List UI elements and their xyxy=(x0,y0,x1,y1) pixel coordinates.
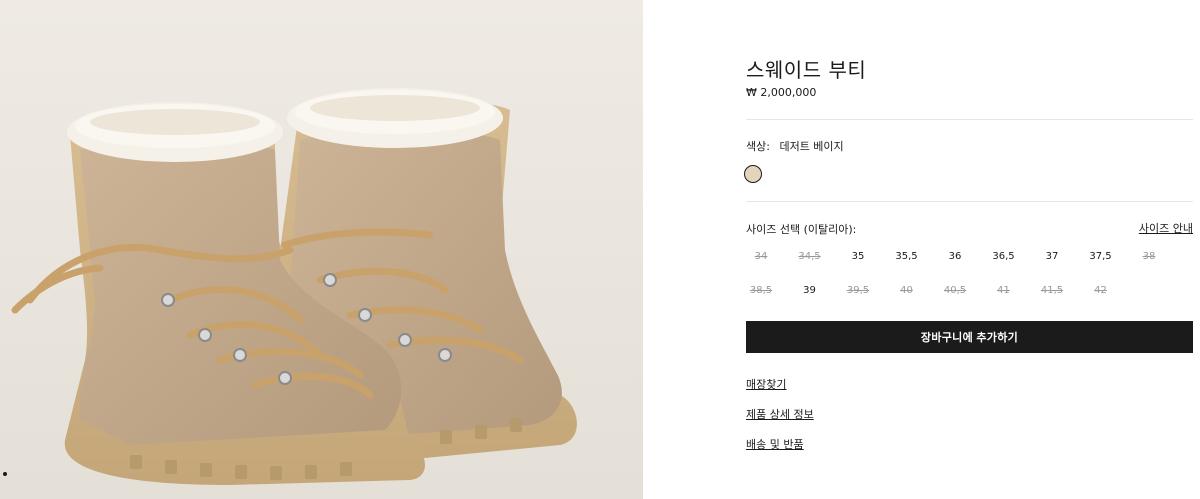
product-details-link[interactable]: 제품 상세 정보 xyxy=(746,406,814,422)
size-option[interactable]: 41 xyxy=(980,280,1028,302)
size-option[interactable]: 39,5 xyxy=(834,280,882,302)
product-title: 스웨이드 부티 xyxy=(746,58,867,82)
store-locator-link[interactable]: 매장찾기 xyxy=(746,376,786,392)
size-option[interactable]: 41,5 xyxy=(1028,280,1076,302)
size-label: 사이즈 선택 (이탈리아): xyxy=(746,223,857,236)
product-image[interactable] xyxy=(0,0,643,499)
size-option[interactable]: 40 xyxy=(883,280,931,302)
product-price: ₩ 2,000,000 xyxy=(746,86,817,99)
size-option[interactable]: 38 xyxy=(1125,246,1173,268)
divider xyxy=(746,201,1193,202)
size-option[interactable]: 35 xyxy=(834,246,882,268)
color-swatch[interactable] xyxy=(744,165,762,183)
divider xyxy=(746,119,1193,120)
size-guide-link[interactable]: 사이즈 안내 xyxy=(1139,220,1193,236)
size-option[interactable]: 37,5 xyxy=(1077,246,1125,268)
color-label: 색상: xyxy=(746,140,770,153)
size-option[interactable]: 42 xyxy=(1077,280,1125,302)
add-to-cart-button[interactable]: 장바구니에 추가하기 xyxy=(746,321,1193,353)
color-row: 색상: 데저트 베이지 xyxy=(746,138,844,154)
product-page: 스웨이드 부티 ₩ 2,000,000 색상: 데저트 베이지 사이즈 선택 (… xyxy=(0,0,1200,499)
size-option[interactable]: 34,5 xyxy=(786,246,834,268)
size-option[interactable]: 40,5 xyxy=(931,280,979,302)
boots-illustration xyxy=(0,0,643,499)
size-option[interactable]: 37 xyxy=(1028,246,1076,268)
shipping-returns-link[interactable]: 배송 및 반품 xyxy=(746,436,804,452)
carousel-dot[interactable] xyxy=(3,472,7,476)
size-option[interactable]: 38,5 xyxy=(737,280,785,302)
size-option[interactable]: 36,5 xyxy=(980,246,1028,268)
color-value: 데저트 베이지 xyxy=(779,140,844,153)
size-option[interactable]: 36 xyxy=(931,246,979,268)
size-option[interactable]: 34 xyxy=(737,246,785,268)
size-option[interactable]: 39 xyxy=(786,280,834,302)
size-option[interactable]: 35,5 xyxy=(883,246,931,268)
size-grid: 34 34,5 35 35,5 36 36,5 37 37,5 38 38,5 39 39,5 40 40… xyxy=(746,246,1193,306)
product-info-panel: 스웨이드 부티 ₩ 2,000,000 색상: 데저트 베이지 사이즈 선택 (… xyxy=(744,0,1193,499)
